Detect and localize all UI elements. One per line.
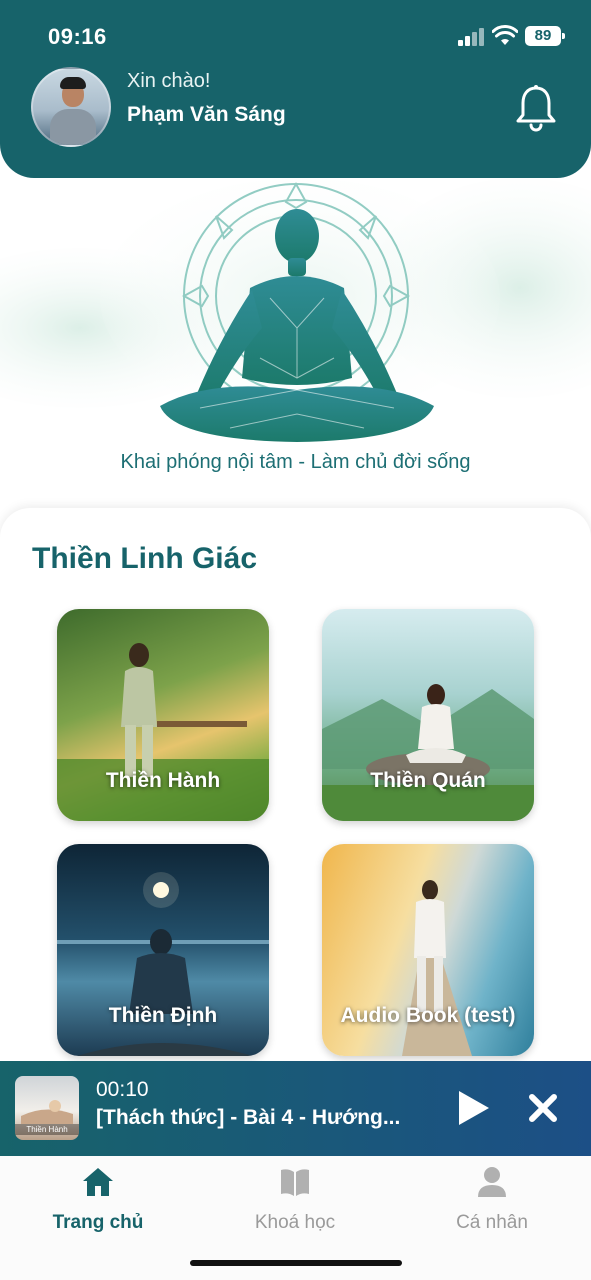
app-header: 09:16 89 Xin chào! Phạm Văn Sáng	[0, 0, 591, 178]
section-title: Thiền Linh Giác	[32, 542, 258, 575]
nav-item-profile[interactable]: Cá nhân	[394, 1166, 590, 1234]
wifi-icon	[492, 25, 518, 45]
user-icon	[478, 1167, 506, 1197]
greeting-text: Xin chào!	[127, 70, 211, 92]
hero-tagline: Khai phóng nội tâm - Làm chủ đời sống	[120, 451, 471, 473]
tile-label: Thiền Quán	[370, 769, 486, 792]
tile-contemplation[interactable]: Thiền Quán	[322, 609, 534, 821]
play-icon[interactable]	[455, 1089, 491, 1127]
status-bar: 09:16 89	[0, 0, 591, 70]
meditation-illustration	[0, 178, 591, 446]
book-icon	[281, 1169, 309, 1196]
nav-item-courses[interactable]: Khoá học	[197, 1166, 393, 1234]
bell-icon[interactable]	[514, 84, 558, 132]
tile-audio-book[interactable]: Audio Book (test)	[322, 844, 534, 1056]
home-indicator	[190, 1260, 402, 1266]
mini-player[interactable]: Thiền Hành 00:10 [Thách thức] - Bài 4 - …	[0, 1061, 591, 1156]
player-elapsed-time: 00:10	[96, 1078, 149, 1101]
user-name: Phạm Văn Sáng	[127, 103, 286, 126]
meditation-section: Thiền Linh Giác Thiền Hành Thiền Quán Th…	[0, 508, 591, 1068]
tile-label: Thiền Định	[108, 1004, 218, 1027]
cellular-signal-icon	[458, 28, 486, 46]
nav-label: Cá nhân	[456, 1212, 528, 1233]
tile-concentration[interactable]: Thiền Định	[57, 844, 269, 1056]
thumbnail-label: Thiền Hành	[15, 1124, 79, 1135]
tile-walking-meditation[interactable]: Thiền Hành	[57, 609, 269, 821]
nav-label: Khoá học	[254, 1212, 336, 1233]
nav-item-home[interactable]: Trang chủ	[0, 1166, 196, 1234]
tile-label: Thiền Hành	[105, 769, 221, 792]
nav-label: Trang chủ	[52, 1212, 144, 1233]
avatar[interactable]	[31, 67, 111, 147]
tile-label: Audio Book (test)	[340, 1004, 516, 1027]
close-icon[interactable]	[527, 1092, 559, 1124]
player-thumbnail[interactable]: Thiền Hành	[15, 1076, 79, 1140]
hero-banner: Khai phóng nội tâm - Làm chủ đời sống	[0, 178, 591, 488]
battery-indicator: 89	[525, 26, 565, 46]
status-time: 09:16	[48, 24, 107, 49]
home-icon	[83, 1168, 113, 1196]
player-track-title[interactable]: [Thách thức] - Bài 4 - Hướng...	[96, 1106, 426, 1130]
